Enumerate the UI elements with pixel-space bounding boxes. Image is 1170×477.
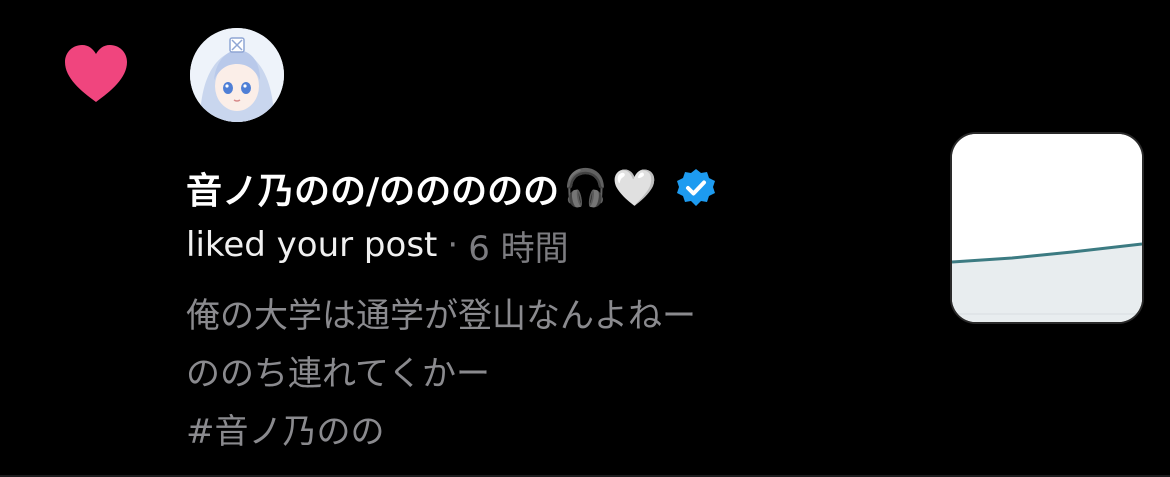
post-hashtag[interactable]: #音ノ乃のの xyxy=(186,403,906,461)
verified-badge-icon xyxy=(676,169,715,206)
timestamp: 6 時間 xyxy=(468,228,569,269)
action-row: liked your post · 6 時間 xyxy=(186,220,569,270)
white-heart-emoji: 🤍 xyxy=(611,168,657,209)
post-text-line: 俺の大学は通学が登山なんよねー xyxy=(186,296,696,336)
heart-icon xyxy=(65,45,127,102)
user-name-row[interactable]: 音ノ乃のの/ののののの 🎧 🤍 xyxy=(186,162,717,214)
action-text: liked your post xyxy=(186,225,438,265)
like-notification[interactable]: 音ノ乃のの/ののののの 🎧 🤍 liked your post · 6 時間 俺… xyxy=(0,0,1170,477)
avatar[interactable] xyxy=(190,28,284,122)
avatar-image xyxy=(190,28,284,122)
display-name[interactable]: 音ノ乃のの/ののののの xyxy=(186,162,559,214)
post-preview-text[interactable]: 俺の大学は通学が登山なんよねー ののち連れてくかー #音ノ乃のの xyxy=(186,287,906,461)
post-text-line: ののち連れてくかー xyxy=(186,354,490,394)
thumbnail-image xyxy=(952,134,1142,322)
headphones-emoji: 🎧 xyxy=(563,168,608,209)
separator-dot: · xyxy=(447,225,459,265)
post-thumbnail[interactable] xyxy=(950,132,1144,324)
